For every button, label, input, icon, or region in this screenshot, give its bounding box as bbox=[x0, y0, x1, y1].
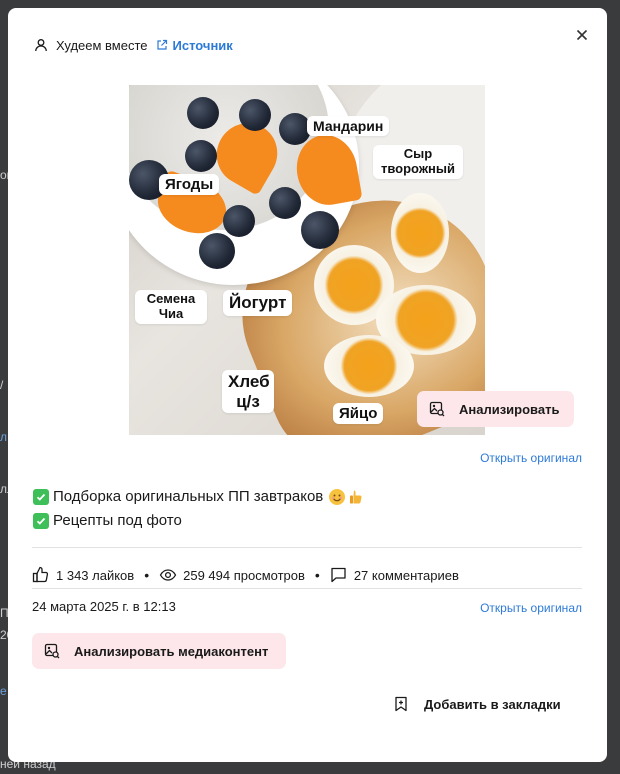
blueberry bbox=[239, 99, 271, 131]
comment-icon[interactable] bbox=[330, 566, 348, 584]
label-berries: Ягоды bbox=[159, 174, 220, 196]
author-row: Худеем вместе Источник bbox=[32, 35, 233, 55]
image-analyze-icon bbox=[429, 401, 445, 417]
blueberry bbox=[223, 205, 255, 237]
label-bread: Хлеб ц/з bbox=[222, 370, 274, 414]
smile-emoji-icon bbox=[329, 489, 346, 505]
blueberry bbox=[301, 211, 339, 249]
blueberry bbox=[269, 187, 301, 219]
analyze-media-label: Анализировать медиаконтент bbox=[74, 643, 269, 659]
eye-icon bbox=[159, 566, 177, 584]
label-cheese: Сыр творожный bbox=[373, 145, 463, 179]
author-name[interactable]: Худеем вместе bbox=[56, 38, 148, 53]
open-original-link[interactable]: Открыть оригинал bbox=[480, 451, 582, 465]
check-icon bbox=[33, 513, 49, 529]
analyze-image-button[interactable]: Анализировать bbox=[417, 391, 574, 427]
description-line: Подборка оригинальных ПП завтраков bbox=[33, 485, 363, 509]
divider bbox=[32, 588, 582, 589]
bookmark-label: Добавить в закладки bbox=[424, 696, 561, 712]
add-bookmark-button[interactable]: Добавить в закладки bbox=[394, 692, 561, 716]
close-icon bbox=[576, 28, 588, 46]
description-line: Рецепты под фото bbox=[33, 509, 363, 533]
views-count: 259 494 просмотров bbox=[183, 567, 305, 583]
post-modal: Худеем вместе Источник Мандарин Сыр твор… bbox=[8, 8, 607, 762]
source-link[interactable]: Источник bbox=[156, 38, 233, 53]
likes-count: 1 343 лайков bbox=[56, 567, 135, 583]
post-description: Подборка оригинальных ПП завтраков Рецеп… bbox=[33, 485, 363, 533]
blueberry bbox=[187, 97, 219, 129]
background-text: л bbox=[0, 430, 8, 444]
egg-half bbox=[324, 335, 414, 397]
analyze-image-label: Анализировать bbox=[459, 401, 560, 417]
egg-half bbox=[391, 193, 449, 273]
image-analyze-icon bbox=[44, 643, 60, 659]
bookmark-add-icon bbox=[394, 696, 410, 712]
post-image[interactable]: Мандарин Сыр творожный Ягоды Семена Чиа … bbox=[129, 85, 485, 435]
post-date: 24 марта 2025 г. в 12:13 bbox=[32, 599, 176, 614]
external-link-icon bbox=[156, 39, 169, 52]
user-icon bbox=[32, 36, 50, 54]
label-chia: Семена Чиа bbox=[135, 290, 207, 324]
separator-dot: • bbox=[144, 567, 150, 583]
background-text: / bbox=[0, 378, 4, 392]
blueberry bbox=[185, 140, 217, 172]
thumbs-up-emoji-icon bbox=[349, 489, 363, 505]
open-original-link[interactable]: Открыть оригинал bbox=[480, 601, 582, 615]
divider bbox=[32, 547, 582, 548]
close-button[interactable] bbox=[571, 26, 593, 48]
like-icon[interactable] bbox=[32, 566, 50, 584]
label-mandarin: Мандарин bbox=[307, 116, 390, 137]
analyze-media-button[interactable]: Анализировать медиаконтент bbox=[32, 633, 286, 669]
blueberry bbox=[199, 233, 235, 269]
description-text: Рецепты под фото bbox=[53, 512, 182, 529]
check-icon bbox=[33, 489, 49, 505]
separator-dot: • bbox=[314, 567, 320, 583]
comments-count: 27 комментариев bbox=[353, 567, 459, 583]
description-text: Подборка оригинальных ПП завтраков bbox=[53, 488, 324, 505]
label-egg: Яйцо bbox=[333, 403, 384, 425]
label-yogurt: Йогурт bbox=[223, 290, 293, 316]
post-stats: 1 343 лайков • 259 494 просмотров • 27 к… bbox=[32, 565, 459, 585]
background-text: е bbox=[0, 684, 7, 698]
source-label: Источник bbox=[172, 37, 233, 53]
